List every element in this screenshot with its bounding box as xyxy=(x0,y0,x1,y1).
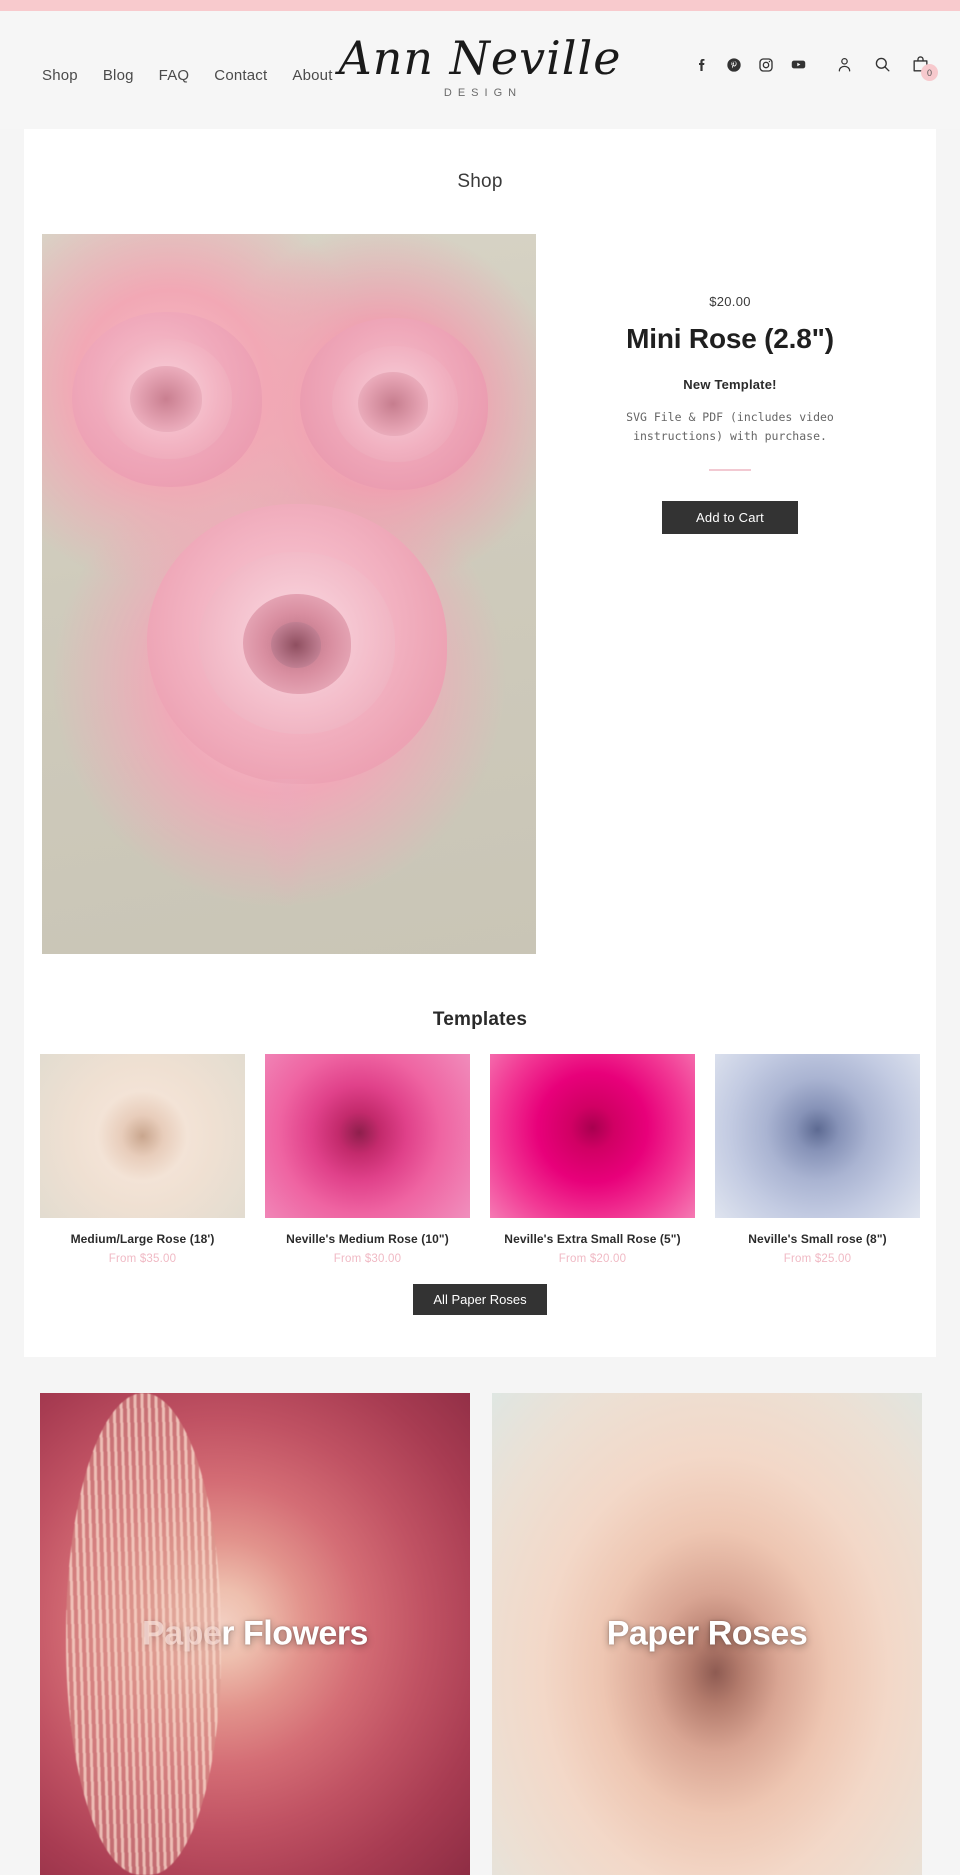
template-name: Neville's Small rose (8") xyxy=(748,1232,887,1246)
nav-item-blog[interactable]: Blog xyxy=(103,67,134,84)
product-info: $20.00 Mini Rose (2.8") New Template! SV… xyxy=(570,294,890,535)
template-price: From $30.00 xyxy=(333,1253,402,1265)
banner-label: Paper Flowers xyxy=(142,1614,368,1653)
template-card[interactable]: Neville's Extra Small Rose (5") From $20… xyxy=(490,1054,695,1265)
templates-heading: Templates xyxy=(432,1009,528,1030)
template-price: From $25.00 xyxy=(783,1253,852,1265)
category-banners: Paper Flowers Paper Roses xyxy=(40,1393,922,1875)
template-card[interactable]: Neville's Medium Rose (10") From $30.00 xyxy=(265,1054,470,1265)
nav-item-faq[interactable]: FAQ xyxy=(159,67,190,84)
nav-item-contact[interactable]: Contact xyxy=(214,67,267,84)
utility-icon-group: 0 xyxy=(835,55,938,81)
product-price: $20.00 xyxy=(709,294,751,309)
facebook-icon[interactable] xyxy=(694,57,710,73)
template-thumbnail[interactable] xyxy=(715,1054,920,1218)
page-title: Shop xyxy=(457,171,503,192)
cart-count-badge: 0 xyxy=(921,64,938,81)
nav-item-shop[interactable]: Shop xyxy=(42,67,78,84)
template-name: Neville's Medium Rose (10") xyxy=(286,1232,449,1246)
template-name: Medium/Large Rose (18') xyxy=(70,1232,215,1246)
template-price: From $35.00 xyxy=(108,1253,177,1265)
section-divider xyxy=(709,469,751,472)
account-icon[interactable] xyxy=(835,55,854,74)
header-icon-bar: 0 xyxy=(694,55,938,81)
social-icon-group xyxy=(694,56,807,73)
template-price: From $20.00 xyxy=(558,1253,627,1265)
add-to-cart-button[interactable]: Add to Cart xyxy=(662,501,798,535)
template-thumbnail[interactable] xyxy=(40,1054,245,1218)
product-image[interactable] xyxy=(42,234,536,954)
search-icon[interactable] xyxy=(873,55,892,74)
banner-paper-flowers[interactable]: Paper Flowers xyxy=(40,1393,470,1875)
all-paper-roses-wrap: All Paper Roses xyxy=(24,1284,936,1315)
main-navigation: Shop Blog FAQ Contact About xyxy=(42,67,333,84)
product-title: Mini Rose (2.8") xyxy=(626,323,834,354)
template-name: Neville's Extra Small Rose (5") xyxy=(504,1232,681,1246)
site-header: Shop Blog FAQ Contact About Ann Neville … xyxy=(0,11,960,129)
site-logo[interactable]: Ann Neville DESIGN xyxy=(320,35,640,99)
logo-subtitle: DESIGN xyxy=(443,87,523,99)
page-root: Shop Blog FAQ Contact About Ann Neville … xyxy=(0,0,960,1875)
banner-label: Paper Roses xyxy=(606,1614,808,1653)
youtube-icon[interactable] xyxy=(790,56,807,73)
cart-icon[interactable]: 0 xyxy=(911,55,938,81)
top-accent-stripe xyxy=(0,0,960,11)
instagram-icon[interactable] xyxy=(758,57,774,73)
template-thumbnail[interactable] xyxy=(490,1054,695,1218)
product-badge: New Template! xyxy=(683,377,777,393)
template-card[interactable]: Neville's Small rose (8") From $25.00 xyxy=(715,1054,920,1265)
template-thumbnail[interactable] xyxy=(265,1054,470,1218)
banner-paper-roses[interactable]: Paper Roses xyxy=(492,1393,922,1875)
templates-grid: Medium/Large Rose (18') From $35.00 Nevi… xyxy=(40,1054,920,1265)
all-paper-roses-button[interactable]: All Paper Roses xyxy=(413,1284,547,1315)
product-description: SVG File & PDF (includes video instructi… xyxy=(626,410,834,443)
content-card: Shop $20.00 Mini Rose (2.8") New Templat… xyxy=(24,129,936,1357)
template-card[interactable]: Medium/Large Rose (18') From $35.00 xyxy=(40,1054,245,1265)
pinterest-icon[interactable] xyxy=(726,57,742,73)
logo-wordmark: Ann Neville xyxy=(338,31,622,85)
